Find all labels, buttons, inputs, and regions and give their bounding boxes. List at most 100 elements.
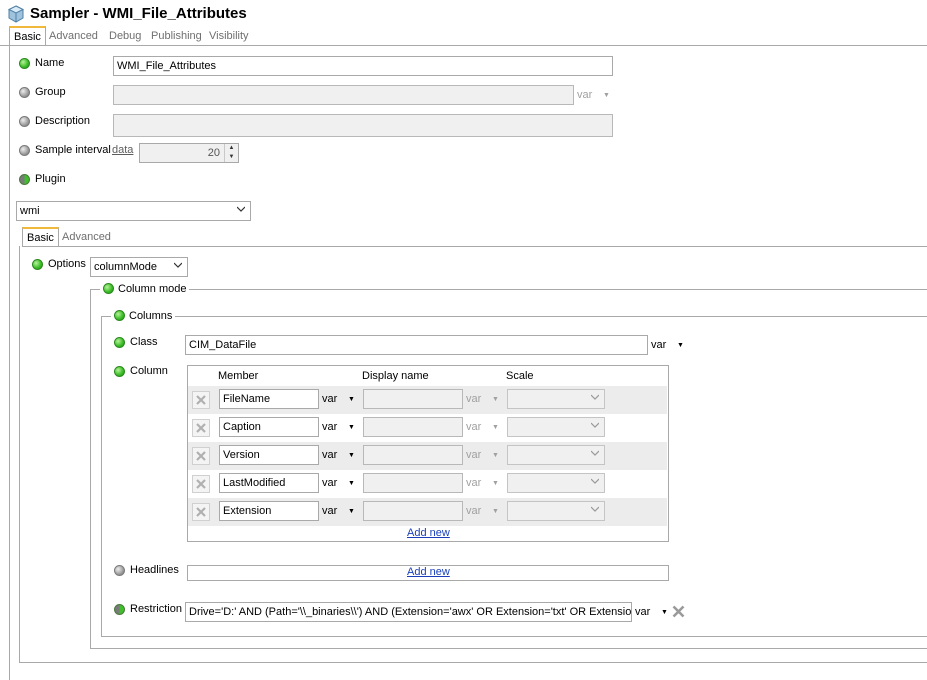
tab-publishing[interactable]: Publishing — [147, 27, 206, 46]
header-display-name: Display name — [362, 370, 429, 382]
restriction-input[interactable]: Drive='D:' AND (Path='\\_binaries\\') AN… — [185, 602, 632, 622]
scale-select[interactable] — [507, 389, 605, 409]
scale-select[interactable] — [507, 445, 605, 465]
column-mode-header: Column mode — [100, 283, 190, 295]
plugin-select[interactable]: wmi — [16, 201, 251, 221]
status-icon-headlines — [114, 565, 125, 576]
status-icon-name — [19, 58, 30, 69]
plugin-tab-basic[interactable]: Basic — [22, 227, 59, 246]
table-row: FileName var ▼ var ▼ — [188, 386, 667, 414]
delete-icon[interactable] — [671, 604, 686, 619]
panel-left-border — [19, 246, 20, 662]
member-var-dropdown-icon[interactable]: ▼ — [348, 508, 355, 515]
columns-title: Columns — [129, 310, 173, 322]
panel-bottom-border — [19, 662, 927, 663]
headlines-table: Add new — [187, 565, 669, 581]
column-mode-top-border — [90, 289, 927, 290]
delete-icon[interactable] — [192, 419, 210, 437]
name-label: Name — [35, 57, 65, 69]
headlines-label: Headlines — [130, 564, 179, 576]
display-var-label: var — [466, 477, 482, 489]
member-input[interactable]: LastModified — [219, 473, 319, 493]
member-var-dropdown-icon[interactable]: ▼ — [348, 480, 355, 487]
display-name-input[interactable] — [363, 501, 463, 521]
column-mode-title: Column mode — [118, 283, 187, 295]
plugin-label: Plugin — [35, 173, 66, 185]
scale-select[interactable] — [507, 473, 605, 493]
columns-left-border — [101, 316, 102, 637]
tab-debug[interactable]: Debug — [105, 27, 145, 46]
plugin-tab-divider — [22, 246, 927, 247]
plugin-select-value: wmi — [20, 205, 40, 217]
table-row: Extension var ▼ var ▼ — [188, 498, 667, 526]
display-var-label: var — [466, 393, 482, 405]
member-var-label: var — [322, 505, 338, 517]
delete-icon[interactable] — [192, 503, 210, 521]
spin-up-icon[interactable]: ▲ — [225, 144, 238, 153]
group-var-dropdown-icon[interactable]: ▼ — [603, 92, 610, 99]
status-icon-description — [19, 116, 30, 127]
member-input[interactable]: Version — [219, 445, 319, 465]
tab-visibility[interactable]: Visibility — [205, 27, 253, 46]
tab-basic[interactable]: Basic — [9, 26, 46, 45]
table-row: Caption var ▼ var ▼ — [188, 414, 667, 442]
class-input[interactable]: CIM_DataFile — [185, 335, 648, 355]
restriction-var-dropdown-icon[interactable]: ▼ — [661, 609, 668, 616]
columns-bottom-border — [101, 636, 927, 637]
sample-interval-value: 20 — [207, 147, 220, 159]
left-border — [9, 45, 10, 680]
delete-icon[interactable] — [192, 391, 210, 409]
tab-divider — [0, 45, 927, 46]
sample-interval-data-link[interactable]: data — [112, 144, 133, 156]
member-input[interactable]: Caption — [219, 417, 319, 437]
sample-interval-spinner[interactable]: 20 ▲ ▼ — [139, 143, 239, 163]
group-input[interactable] — [113, 85, 574, 105]
display-name-input[interactable] — [363, 389, 463, 409]
column-add-new-link[interactable]: Add new — [407, 527, 450, 539]
display-var-dropdown-icon[interactable]: ▼ — [492, 424, 499, 431]
member-var-dropdown-icon[interactable]: ▼ — [348, 396, 355, 403]
chevron-down-icon — [591, 478, 599, 484]
display-name-input[interactable] — [363, 473, 463, 493]
chevron-down-icon — [591, 422, 599, 428]
spinner-buttons[interactable]: ▲ ▼ — [224, 144, 238, 162]
chevron-down-icon — [237, 206, 245, 212]
plugin-tab-advanced[interactable]: Advanced — [58, 228, 115, 247]
display-var-dropdown-icon[interactable]: ▼ — [492, 480, 499, 487]
options-label: Options — [48, 258, 86, 270]
group-label: Group — [35, 86, 66, 98]
member-var-dropdown-icon[interactable]: ▼ — [348, 424, 355, 431]
display-var-dropdown-icon[interactable]: ▼ — [492, 508, 499, 515]
name-input[interactable]: WMI_File_Attributes — [113, 56, 613, 76]
display-name-input[interactable] — [363, 417, 463, 437]
tab-advanced[interactable]: Advanced — [45, 27, 102, 46]
chevron-down-icon — [591, 506, 599, 512]
options-select-value: columnMode — [94, 261, 157, 273]
scale-select[interactable] — [507, 417, 605, 437]
delete-icon[interactable] — [192, 447, 210, 465]
options-select[interactable]: columnMode — [90, 257, 188, 277]
status-icon-sample-interval — [19, 145, 30, 156]
display-var-dropdown-icon[interactable]: ▼ — [492, 396, 499, 403]
description-input[interactable] — [113, 114, 613, 137]
display-var-label: var — [466, 421, 482, 433]
member-var-label: var — [322, 477, 338, 489]
cube-icon — [7, 5, 25, 23]
sample-interval-label: Sample interval — [35, 144, 111, 156]
scale-select[interactable] — [507, 501, 605, 521]
headlines-add-new-link[interactable]: Add new — [407, 566, 450, 578]
member-input[interactable]: FileName — [219, 389, 319, 409]
header-scale: Scale — [506, 370, 534, 382]
display-name-input[interactable] — [363, 445, 463, 465]
group-var-label: var — [577, 89, 593, 101]
member-var-dropdown-icon[interactable]: ▼ — [348, 452, 355, 459]
class-var-dropdown-icon[interactable]: ▼ — [677, 342, 684, 349]
member-input[interactable]: Extension — [219, 501, 319, 521]
status-icon-column-mode — [103, 283, 114, 294]
column-mode-bottom-border — [90, 648, 927, 649]
window-title: Sampler - WMI_File_Attributes — [30, 5, 247, 22]
display-var-dropdown-icon[interactable]: ▼ — [492, 452, 499, 459]
delete-icon[interactable] — [192, 475, 210, 493]
spin-down-icon[interactable]: ▼ — [225, 153, 238, 162]
display-var-label: var — [466, 505, 482, 517]
